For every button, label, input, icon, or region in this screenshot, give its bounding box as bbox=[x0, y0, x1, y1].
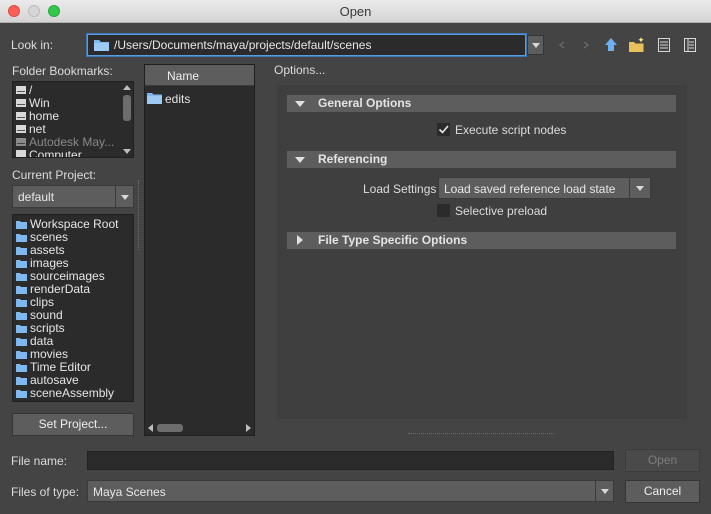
drive-icon bbox=[16, 112, 26, 120]
file-name-input[interactable] bbox=[87, 451, 614, 470]
folder-icon bbox=[16, 273, 27, 281]
look-in-path: /Users/Documents/maya/projects/default/s… bbox=[114, 38, 372, 52]
project-folders-list[interactable]: Workspace Root scenes assets images sour… bbox=[12, 214, 134, 402]
new-folder-icon[interactable] bbox=[628, 36, 646, 54]
folder-icon bbox=[16, 260, 27, 268]
window-title: Open bbox=[339, 4, 372, 19]
scroll-right-icon[interactable] bbox=[246, 424, 251, 432]
chevron-down-icon bbox=[600, 489, 609, 494]
look-in-label: Look in: bbox=[11, 38, 54, 52]
folder-icon bbox=[16, 299, 27, 307]
execute-script-nodes-checkbox[interactable] bbox=[437, 123, 450, 136]
bookmarks-list[interactable]: / Win home net Autodesk May... Computer bbox=[12, 81, 134, 158]
scroll-left-icon[interactable] bbox=[148, 424, 153, 432]
open-button[interactable]: Open bbox=[625, 449, 700, 472]
folder-icon bbox=[16, 234, 27, 242]
back-arrow-icon[interactable] bbox=[554, 36, 570, 54]
detail-view-icon[interactable] bbox=[682, 36, 698, 54]
file-name-label: File name: bbox=[11, 454, 68, 468]
collapse-arrow-icon bbox=[295, 101, 305, 107]
project-combo[interactable]: default bbox=[12, 185, 134, 208]
look-in-dropdown-button[interactable] bbox=[527, 35, 544, 55]
folder-icon bbox=[16, 364, 27, 372]
list-view-icon[interactable] bbox=[656, 36, 672, 54]
scroll-up-icon[interactable] bbox=[123, 85, 131, 90]
selective-preload-checkbox[interactable] bbox=[437, 204, 450, 217]
computer-icon bbox=[16, 150, 26, 157]
file-type-options-header[interactable]: File Type Specific Options bbox=[287, 232, 676, 249]
name-column-header: Name bbox=[167, 69, 200, 83]
file-list-header[interactable]: Name bbox=[145, 65, 254, 86]
folder-icon bbox=[16, 390, 27, 398]
folder-icon bbox=[147, 93, 162, 104]
scroll-thumb[interactable] bbox=[123, 95, 131, 121]
drive-icon bbox=[16, 86, 26, 94]
folder-icon bbox=[16, 338, 27, 346]
splitter-handle[interactable] bbox=[138, 180, 140, 250]
file-list-hscrollbar[interactable] bbox=[146, 422, 253, 434]
execute-script-nodes-label: Execute script nodes bbox=[455, 123, 567, 137]
bookmarks-scrollbar[interactable] bbox=[122, 83, 132, 156]
referencing-header[interactable]: Referencing bbox=[287, 151, 676, 168]
title-bar: Open bbox=[0, 0, 711, 23]
look-in-path-combo[interactable]: /Users/Documents/maya/projects/default/s… bbox=[87, 34, 526, 56]
file-list[interactable]: Name edits bbox=[144, 64, 255, 436]
splitter-handle[interactable] bbox=[408, 433, 554, 435]
chevron-down-icon bbox=[531, 43, 540, 48]
files-of-type-value: Maya Scenes bbox=[93, 485, 166, 499]
bookmark-item-computer[interactable]: Computer bbox=[16, 149, 82, 157]
file-item-edits[interactable]: edits bbox=[147, 92, 190, 106]
parent-folder-icon[interactable] bbox=[603, 36, 619, 54]
project-folder-item[interactable]: sceneAssembly bbox=[16, 387, 114, 400]
collapse-arrow-icon bbox=[295, 157, 305, 163]
expand-arrow-icon bbox=[297, 235, 303, 245]
folder-icon bbox=[16, 312, 27, 320]
folder-icon bbox=[16, 286, 27, 294]
scroll-thumb[interactable] bbox=[157, 424, 183, 432]
forward-arrow-icon[interactable] bbox=[578, 36, 594, 54]
options-label: Options... bbox=[274, 63, 326, 77]
current-project-label: Current Project: bbox=[12, 168, 97, 182]
cancel-button[interactable]: Cancel bbox=[625, 480, 700, 503]
project-value: default bbox=[18, 190, 55, 204]
folder-bookmarks-label: Folder Bookmarks: bbox=[12, 64, 113, 78]
drive-icon bbox=[16, 99, 26, 107]
checkmark-icon bbox=[438, 125, 449, 134]
files-of-type-combo[interactable]: Maya Scenes bbox=[87, 480, 614, 502]
load-settings-combo[interactable]: Load saved reference load state bbox=[438, 177, 651, 199]
chevron-down-icon bbox=[636, 186, 644, 191]
load-settings-value: Load saved reference load state bbox=[444, 182, 616, 196]
chevron-down-icon bbox=[120, 194, 129, 200]
selective-preload-label: Selective preload bbox=[455, 204, 548, 218]
folder-icon bbox=[16, 325, 27, 333]
folder-icon bbox=[94, 40, 109, 51]
drive-icon bbox=[16, 125, 26, 133]
general-options-header[interactable]: General Options bbox=[287, 95, 676, 112]
drive-icon bbox=[16, 138, 26, 146]
set-project-button[interactable]: Set Project... bbox=[12, 413, 134, 436]
scroll-down-icon[interactable] bbox=[123, 149, 131, 154]
folder-icon bbox=[16, 247, 27, 255]
folder-icon bbox=[16, 377, 27, 385]
load-settings-label: Load Settings bbox=[363, 182, 437, 196]
files-of-type-label: Files of type: bbox=[11, 485, 80, 499]
folder-icon bbox=[16, 221, 27, 229]
folder-icon bbox=[16, 351, 27, 359]
